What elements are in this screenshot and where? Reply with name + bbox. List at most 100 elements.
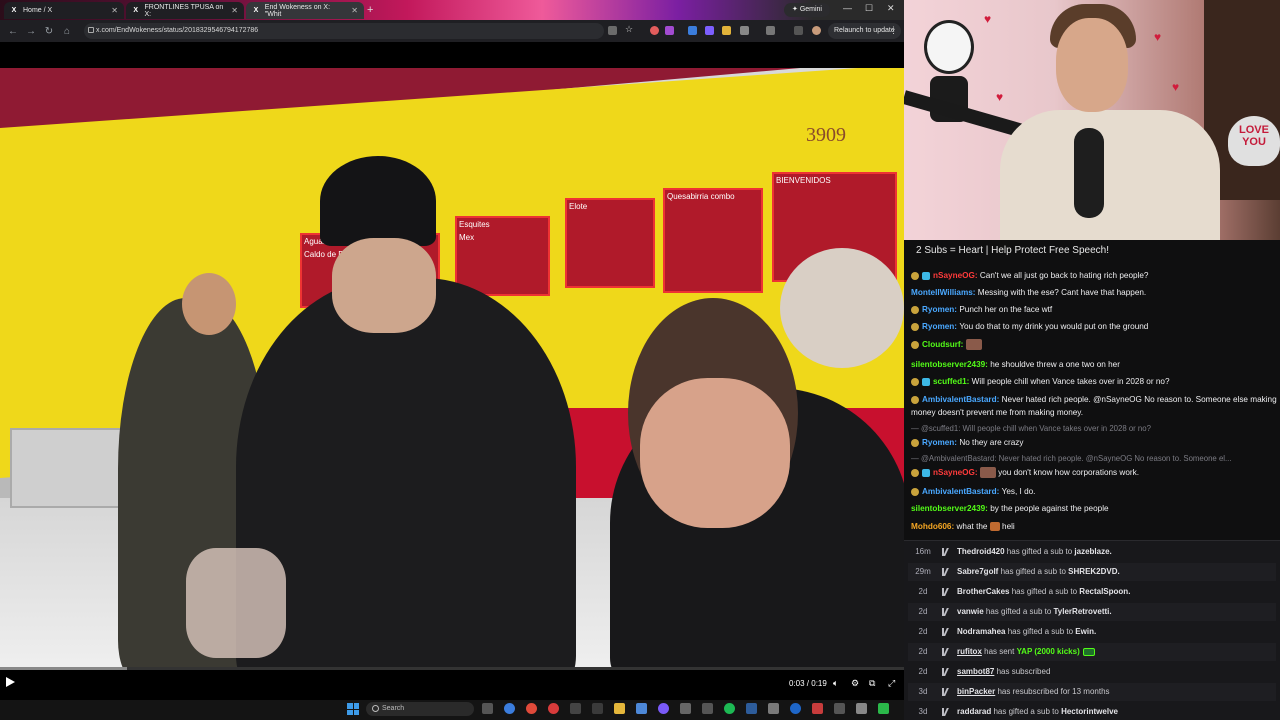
event-username[interactable]: Nodramahea: [957, 627, 1005, 636]
app-icon[interactable]: [768, 703, 779, 714]
profile-avatar[interactable]: [812, 26, 821, 35]
chat-message: nSayneOG: you don't know how corporation…: [911, 466, 1277, 479]
event-username[interactable]: vanwie: [957, 607, 984, 616]
chat-username[interactable]: Ryomen:: [922, 305, 959, 314]
event-text: vanwie has gifted a sub to TylerRetrovet…: [957, 603, 1112, 621]
downloads-icon[interactable]: [794, 26, 803, 35]
chat-username[interactable]: nSayneOG:: [933, 468, 980, 477]
chat-username[interactable]: Ryomen:: [922, 438, 959, 447]
gemini-button[interactable]: ✦ Gemini: [784, 3, 830, 17]
app-icon[interactable]: [790, 703, 801, 714]
more-menu-icon[interactable]: ⋮: [889, 25, 898, 36]
chat-title: 2 Subs = Heart | Help Protect Free Speec…: [916, 245, 1109, 256]
app-icon[interactable]: [680, 703, 691, 714]
chat-message: Ryomen: You do that to my drink you woul…: [911, 320, 1277, 333]
maximize-icon[interactable]: ☐: [865, 3, 873, 14]
app-icon[interactable]: [570, 703, 581, 714]
windows-start-icon[interactable]: [347, 703, 359, 715]
forward-icon[interactable]: →: [22, 26, 40, 37]
chat-username[interactable]: Cloudsurf:: [922, 340, 966, 349]
bystander-head: [182, 273, 236, 335]
play-icon[interactable]: [6, 677, 15, 687]
app-icon[interactable]: [746, 703, 757, 714]
url-bar[interactable]: x.com/EndWokeness/status/201832954679417…: [84, 23, 604, 39]
app-icon[interactable]: [548, 703, 559, 714]
chat-username[interactable]: AmbivalentBastard:: [922, 487, 1002, 496]
chrome-icon[interactable]: [526, 703, 537, 714]
chat-username[interactable]: AmbivalentBastard:: [922, 395, 1002, 404]
app-icon[interactable]: [834, 703, 845, 714]
tab-frontlines[interactable]: X FRONTLINES TPUSA on X: ✕: [126, 2, 244, 19]
file-explorer-icon[interactable]: [614, 703, 625, 714]
kick-logo-icon: [942, 628, 950, 636]
event-username[interactable]: binPacker: [957, 687, 995, 696]
chat-username[interactable]: MontellWilliams:: [911, 288, 978, 297]
screen: X Home / X ✕ X FRONTLINES TPUSA on X: ✕ …: [0, 0, 1280, 720]
event-username[interactable]: Thedroid420: [957, 547, 1005, 556]
event-username[interactable]: rufitox: [957, 647, 982, 656]
chat-username[interactable]: Mohdo606:: [911, 522, 957, 531]
fullscreen-icon[interactable]: ⤢: [888, 678, 895, 689]
app-icon[interactable]: [878, 703, 889, 714]
event-username[interactable]: Sabre7golf: [957, 567, 998, 576]
home-icon[interactable]: ⌂: [58, 26, 76, 37]
event-target: RectalSpoon.: [1079, 587, 1131, 596]
app-icon[interactable]: [856, 703, 867, 714]
extension-icon[interactable]: [688, 26, 697, 35]
task-view-icon[interactable]: [482, 703, 493, 714]
side-panel-icon[interactable]: [766, 26, 775, 35]
chat-message: Ryomen: Punch her on the face wtf: [911, 303, 1277, 316]
taskbar-search[interactable]: Search: [366, 702, 474, 716]
extension-icon[interactable]: [722, 26, 731, 35]
chat-username[interactable]: silentobserver2439:: [911, 504, 990, 513]
screen-icon[interactable]: [608, 26, 617, 35]
app-icon[interactable]: [504, 703, 515, 714]
chat-username[interactable]: Ryomen:: [922, 322, 959, 331]
reload-icon[interactable]: ↻: [40, 26, 58, 37]
event-username[interactable]: BrotherCakes: [957, 587, 1009, 596]
close-window-icon[interactable]: ✕: [887, 3, 895, 14]
tab-home-x[interactable]: X Home / X ✕: [4, 2, 124, 19]
minimize-icon[interactable]: —: [843, 3, 852, 13]
extensions-puzzle-icon[interactable]: [740, 26, 749, 35]
chat-message: nSayneOG: Can't we all just go back to h…: [911, 269, 1277, 282]
app-icon[interactable]: [636, 703, 647, 714]
back-icon[interactable]: ←: [4, 26, 22, 37]
site-info-icon[interactable]: [88, 27, 94, 33]
video-player[interactable]: 3909 Aguas FrescasCaldo de Res EsquitesM…: [0, 68, 904, 670]
new-tab-icon[interactable]: +: [367, 4, 373, 16]
app-icon[interactable]: [812, 703, 823, 714]
close-tab-icon[interactable]: ✕: [231, 6, 238, 15]
chat-username[interactable]: nSayneOG:: [933, 271, 980, 280]
kick-logo-icon: [942, 688, 950, 696]
sub-badge-icon: [911, 395, 919, 404]
event-row: 2d rufitox has sent YAP (2000 kicks): [908, 643, 1276, 661]
event-text: BrotherCakes has gifted a sub to RectalS…: [957, 583, 1130, 601]
extension-icon[interactable]: [705, 26, 714, 35]
app-icon[interactable]: [592, 703, 603, 714]
bookmark-star-icon[interactable]: ☆: [625, 24, 634, 34]
chat-message: Cloudsurf:: [911, 338, 1277, 351]
close-tab-icon[interactable]: ✕: [351, 6, 358, 15]
event-action: has gifted a sub to: [1009, 587, 1080, 596]
event-username[interactable]: sambot87: [957, 667, 994, 676]
chat-message: silentobserver2439: by the people agains…: [911, 502, 1277, 515]
close-tab-icon[interactable]: ✕: [111, 6, 118, 15]
chat-username[interactable]: scuffed1:: [933, 377, 972, 386]
obs-icon[interactable]: [658, 703, 669, 714]
tab-end-wokeness[interactable]: X End Wokeness on X: "Whit ✕: [246, 2, 364, 19]
chat-text: Punch her on the face wtf: [959, 305, 1053, 314]
spotify-icon[interactable]: [724, 703, 735, 714]
extension-icon[interactable]: [650, 26, 659, 35]
chat-text: You do that to my drink you would put on…: [959, 322, 1149, 331]
settings-gear-icon[interactable]: ⚙: [851, 678, 859, 689]
chat-text: No they are crazy: [959, 438, 1024, 447]
x-logo-icon: X: [11, 7, 17, 14]
event-action: has subscribed: [994, 667, 1051, 676]
event-username[interactable]: raddarad: [957, 707, 991, 716]
pip-icon[interactable]: ⧉: [869, 678, 875, 689]
chat-username[interactable]: silentobserver2439:: [911, 360, 990, 369]
volume-icon[interactable]: 🔈︎: [833, 678, 838, 689]
app-icon[interactable]: [702, 703, 713, 714]
extension-icon[interactable]: [665, 26, 674, 35]
